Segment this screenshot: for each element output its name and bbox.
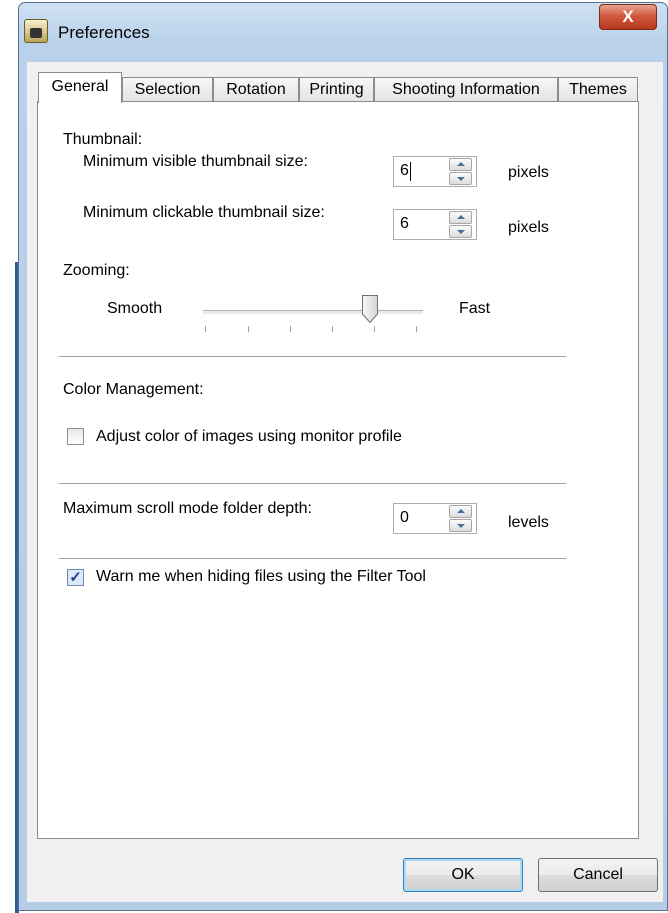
thumbnail-section-label: Thumbnail:	[63, 131, 143, 148]
spin-up-icon[interactable]	[449, 211, 472, 224]
min-visible-size-label: Minimum visible thumbnail size:	[83, 153, 308, 170]
text-caret	[410, 162, 411, 181]
adjust-color-label: Adjust color of images using monitor pro…	[96, 428, 402, 445]
zoom-slider-thumb[interactable]	[361, 294, 379, 324]
zooming-section-label: Zooming:	[63, 262, 130, 279]
spin-up-icon[interactable]	[449, 505, 472, 518]
zoom-smooth-label: Smooth	[107, 300, 163, 317]
tab-general[interactable]: General	[38, 72, 122, 103]
spin-down-icon[interactable]	[449, 172, 472, 185]
filter-warning-label: Warn me when hiding files using the Filt…	[96, 568, 426, 585]
zoom-fast-label: Fast	[459, 300, 491, 317]
tab-themes[interactable]: Themes	[558, 77, 638, 102]
tab-shooting-information[interactable]: Shooting Information	[374, 77, 558, 102]
slider-tick	[374, 326, 375, 332]
ok-button[interactable]: OK	[403, 858, 523, 892]
color-management-section-label: Color Management:	[63, 381, 204, 398]
app-icon	[24, 19, 48, 43]
tab-selection[interactable]: Selection	[122, 77, 213, 102]
min-clickable-size-label: Minimum clickable thumbnail size:	[83, 204, 325, 221]
slider-tick	[332, 326, 333, 332]
tab-rotation[interactable]: Rotation	[213, 77, 299, 102]
checkmark-icon: ✓	[69, 569, 82, 586]
min-clickable-size-value: 6	[400, 215, 409, 232]
min-clickable-size-unit: pixels	[508, 219, 549, 236]
scroll-depth-label: Maximum scroll mode folder depth:	[63, 500, 312, 517]
min-visible-size-spinbox[interactable]: 6	[393, 156, 477, 187]
spin-up-icon[interactable]	[449, 158, 472, 171]
zoom-slider-track[interactable]	[203, 310, 423, 315]
min-visible-size-unit: pixels	[508, 164, 549, 181]
filter-warning-checkbox[interactable]: ✓	[67, 569, 84, 586]
separator	[59, 356, 566, 357]
slider-tick	[205, 326, 206, 332]
spin-down-icon[interactable]	[449, 225, 472, 238]
scroll-depth-unit: levels	[508, 514, 549, 531]
slider-tick	[290, 326, 291, 332]
scroll-depth-value: 0	[400, 509, 409, 526]
tab-printing[interactable]: Printing	[299, 77, 374, 102]
min-clickable-size-spinbox[interactable]: 6	[393, 209, 477, 240]
separator	[59, 558, 566, 559]
separator	[59, 483, 566, 484]
min-visible-size-value: 6	[400, 162, 409, 179]
spin-down-icon[interactable]	[449, 519, 472, 532]
slider-tick	[416, 326, 417, 332]
adjust-color-checkbox[interactable]	[67, 428, 84, 445]
slider-tick	[248, 326, 249, 332]
scroll-depth-spinbox[interactable]: 0	[393, 503, 477, 534]
close-button[interactable]: X	[599, 4, 657, 30]
cancel-button[interactable]: Cancel	[538, 858, 658, 892]
window-title: Preferences	[58, 23, 150, 42]
